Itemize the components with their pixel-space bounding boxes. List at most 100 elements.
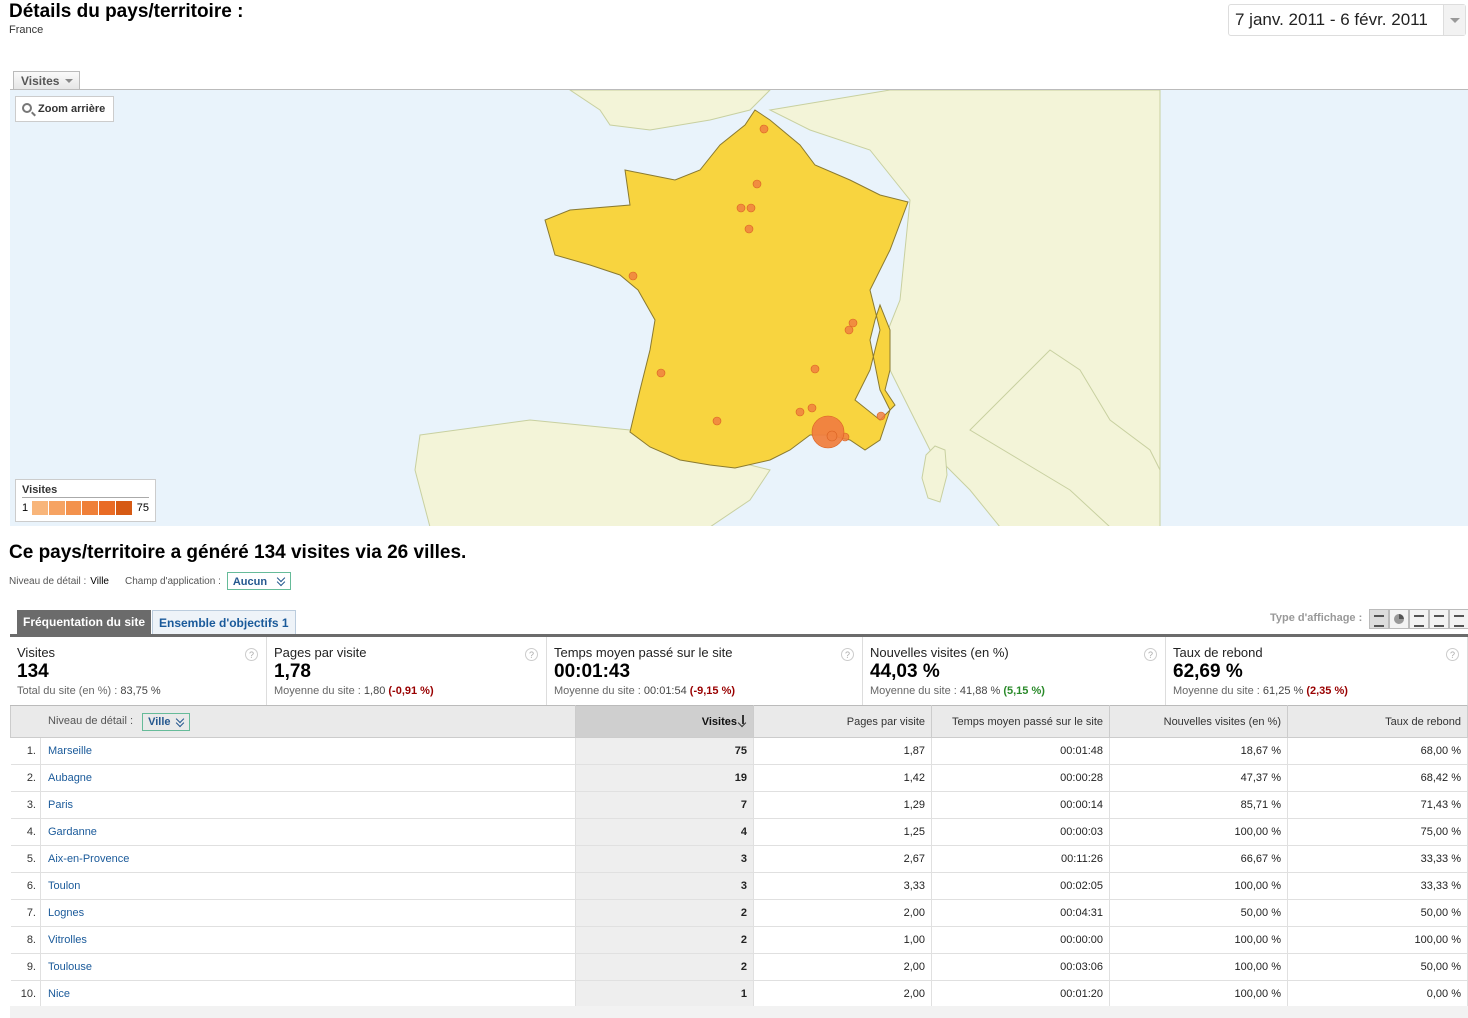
view-type-label: Type d'affichage :: [1270, 612, 1363, 624]
help-icon[interactable]: ?: [525, 648, 538, 661]
row-index: 8.: [10, 926, 41, 954]
city-marker[interactable]: [736, 203, 746, 213]
table-view-icon[interactable]: [1369, 609, 1389, 629]
zoom-out-button[interactable]: Zoom arrière: [15, 96, 114, 122]
cell-pages-per-visit: 1,87: [753, 737, 932, 765]
city-marker[interactable]: [744, 224, 754, 234]
cell-avg-time: 00:00:28: [931, 764, 1110, 792]
city-marker[interactable]: [628, 271, 638, 281]
city-marker[interactable]: [656, 368, 666, 378]
scorecard-value: 44,03 %: [870, 661, 940, 682]
help-icon[interactable]: ?: [1446, 648, 1459, 661]
date-range-picker[interactable]: 7 janv. 2011 - 6 févr. 2011: [1228, 4, 1466, 36]
table-row: 5. Aix-en-Provence 3 2,67 00:11:26 66,67 % 33,…: [10, 845, 1468, 873]
cell-new-visits: 85,71 %: [1109, 791, 1288, 819]
city-marker[interactable]: [826, 430, 838, 442]
column-header-visits[interactable]: Visites: [575, 705, 754, 738]
row-index: 10.: [10, 980, 41, 1008]
row-index: 6.: [10, 872, 41, 900]
legend-swatch: [48, 501, 66, 515]
city-link[interactable]: Paris: [40, 791, 576, 819]
map-legend: Visites 1 75: [15, 479, 156, 522]
column-header-avg-time[interactable]: Temps moyen passé sur le site: [931, 705, 1110, 738]
scorecard-sub-value: 61,25 %: [1262, 685, 1304, 697]
cell-bounce-rate: 75,00 %: [1287, 818, 1468, 846]
scorecard-sub-value: 41,88 %: [959, 685, 1001, 697]
city-link[interactable]: Lognes: [40, 899, 576, 927]
city-link[interactable]: Toulouse: [40, 953, 576, 981]
help-icon[interactable]: ?: [841, 648, 854, 661]
city-link[interactable]: Aubagne: [40, 764, 576, 792]
city-marker[interactable]: [811, 415, 845, 449]
cell-visits: 1: [575, 980, 754, 1008]
scorecard: Temps moyen passé sur le site 00:01:43 Moy…: [547, 637, 863, 705]
column-header-new-visits[interactable]: Nouvelles visites (en %): [1109, 705, 1288, 738]
city-marker[interactable]: [810, 364, 820, 374]
city-link[interactable]: Vitrolles: [40, 926, 576, 954]
city-marker[interactable]: [746, 203, 756, 213]
page-subtitle: France: [9, 24, 44, 36]
table-row: 3. Paris 7 1,29 00:00:14 85,71 % 71,43 %: [10, 791, 1468, 819]
table-row: 8. Vitrolles 2 1,00 00:00:00 100,00 % 100,00 %: [10, 926, 1468, 954]
cell-bounce-rate: 68,42 %: [1287, 764, 1468, 792]
cell-pages-per-visit: 3,33: [753, 872, 932, 900]
city-link[interactable]: Aix-en-Provence: [40, 845, 576, 873]
table-row: 6. Toulon 3 3,33 00:02:05 100,00 % 33,33 %: [10, 872, 1468, 900]
scorecard-title: Pages par visite: [274, 645, 367, 660]
cell-new-visits: 100,00 %: [1109, 953, 1288, 981]
column-header-pages-per-visit[interactable]: Pages par visite: [753, 705, 932, 738]
legend-swatch: [82, 501, 100, 515]
scorecard-sub-label: Moyenne du site :: [870, 685, 957, 697]
scorecard-delta: (-9,15 %): [689, 685, 736, 697]
cell-avg-time: 00:03:06: [931, 953, 1110, 981]
city-link[interactable]: Toulon: [40, 872, 576, 900]
scorecard-title: Temps moyen passé sur le site: [554, 645, 733, 660]
column-header-label: Visites: [701, 716, 737, 728]
city-marker[interactable]: [848, 318, 858, 328]
city-marker[interactable]: [795, 407, 805, 417]
scorecard-sub-value: 1,80: [363, 685, 386, 697]
cell-visits: 7: [575, 791, 754, 819]
cell-bounce-rate: 33,33 %: [1287, 845, 1468, 873]
help-icon[interactable]: ?: [1144, 648, 1157, 661]
city-marker[interactable]: [712, 416, 722, 426]
pivot-view-icon[interactable]: [1449, 609, 1468, 629]
pie-view-icon[interactable]: [1389, 609, 1409, 629]
magnifier-icon: [22, 103, 32, 113]
scorecard-row: Visites 134 Total du site (en %) : 83,75 %…: [10, 634, 1468, 705]
cell-avg-time: 00:00:03: [931, 818, 1110, 846]
table-row: 4. Gardanne 4 1,25 00:00:03 100,00 % 75,00 %: [10, 818, 1468, 846]
help-icon[interactable]: ?: [245, 648, 258, 661]
dimension-select[interactable]: Ville: [142, 712, 191, 731]
city-link[interactable]: Marseille: [40, 737, 576, 765]
city-marker[interactable]: [807, 403, 817, 413]
map-metric-select[interactable]: Visites: [13, 71, 81, 90]
city-link[interactable]: Gardanne: [40, 818, 576, 846]
cell-avg-time: 00:04:31: [931, 899, 1110, 927]
cell-visits: 2: [575, 953, 754, 981]
cell-bounce-rate: 50,00 %: [1287, 953, 1468, 981]
tab-site-traffic[interactable]: Fréquentation du site: [17, 610, 152, 635]
cell-visits: 3: [575, 872, 754, 900]
scorecard-sub: Moyenne du site : 00:01:54 (-9,15 %): [554, 685, 862, 697]
scorecard-sub-value: 83,75 %: [120, 685, 161, 697]
cell-visits: 4: [575, 818, 754, 846]
city-marker[interactable]: [876, 411, 886, 421]
chevron-down-icon[interactable]: [1443, 5, 1465, 35]
scorecard-value: 1,78: [274, 661, 311, 682]
city-link[interactable]: Nice: [40, 980, 576, 1008]
cell-new-visits: 47,37 %: [1109, 764, 1288, 792]
city-marker[interactable]: [752, 179, 762, 189]
scope-select[interactable]: Aucun: [226, 572, 291, 590]
detail-level-row: Niveau de détail : Ville Champ d'applica…: [9, 572, 291, 590]
scorecard-sub: Moyenne du site : 1,80 (-0,91 %): [274, 685, 546, 697]
zoom-out-label: Zoom arrière: [38, 103, 106, 115]
tab-goal-set[interactable]: Ensemble d'objectifs 1: [152, 610, 296, 635]
performance-view-icon[interactable]: [1409, 609, 1429, 629]
city-marker[interactable]: [759, 124, 769, 134]
map-overlay[interactable]: Zoom arrière Visites 1 75: [10, 89, 1468, 526]
table-header-row: Niveau de détail : Ville Visites Pages p…: [10, 705, 1468, 738]
comparison-view-icon[interactable]: [1429, 609, 1449, 629]
city-marker[interactable]: [844, 325, 854, 335]
column-header-bounce-rate[interactable]: Taux de rebond: [1287, 705, 1468, 738]
